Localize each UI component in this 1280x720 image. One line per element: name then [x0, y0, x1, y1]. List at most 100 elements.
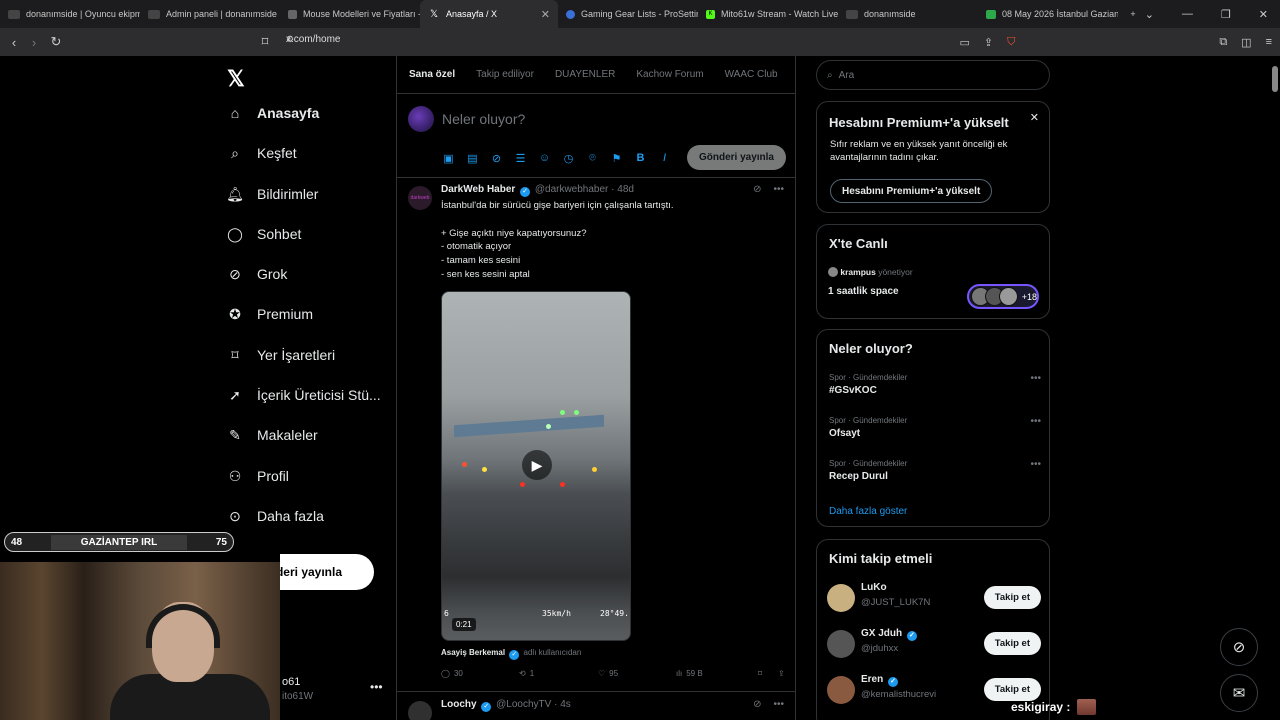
tab-duayenler[interactable]: DUAYENLER: [555, 69, 615, 80]
more-options-icon[interactable]: •••: [1030, 416, 1041, 427]
tweet-video[interactable]: ▶ 0:21 6 35km/h 28°49.: [441, 291, 631, 641]
avatar[interactable]: darkweb: [408, 186, 432, 210]
sidebar-toggle-icon[interactable]: ◫: [1241, 36, 1251, 49]
browser-tab[interactable]: Mouse Modelleri ve Fiyatları -: [280, 0, 420, 28]
show-more-link[interactable]: Daha fazla göster: [829, 506, 907, 517]
grok-explain-icon[interactable]: ⊘: [753, 184, 761, 195]
suggestion-name[interactable]: Eren ✓: [861, 674, 900, 687]
tab-takip-ediliyor[interactable]: Takip ediliyor: [476, 69, 534, 80]
bookmark-page-icon[interactable]: ⌑: [255, 34, 275, 50]
close-icon[interactable]: ✕: [1030, 111, 1039, 124]
nav-item-profile[interactable]: ⚇ Profil: [226, 467, 289, 485]
tab-sana-ozel[interactable]: Sana özel: [409, 69, 455, 80]
back-icon[interactable]: ‹: [4, 35, 24, 50]
tab-waac-club[interactable]: WAAC Club: [725, 69, 778, 80]
poll-icon[interactable]: ☰: [514, 152, 527, 165]
avatar[interactable]: [827, 630, 855, 658]
views-button[interactable]: ılı 59 B: [676, 669, 758, 678]
gif-icon[interactable]: ▤: [466, 152, 479, 165]
tweet[interactable]: Loochy ✓ @LoochyTV · 4s ⊘ •••: [397, 693, 796, 720]
nav-item-bell[interactable]: 🔔︎ Bildirimler: [226, 185, 318, 203]
account-handle[interactable]: o61: [282, 676, 300, 688]
bookmark-button[interactable]: ⌑: [758, 669, 778, 678]
more-options-icon[interactable]: •••: [773, 184, 784, 195]
reply-button[interactable]: ◯ 30: [441, 669, 519, 678]
more-options-icon[interactable]: •••: [1030, 459, 1041, 470]
avatar[interactable]: [408, 701, 432, 720]
tab-kachow-forum[interactable]: Kachow Forum: [636, 69, 703, 80]
italic-icon[interactable]: I: [658, 152, 671, 165]
nav-item-article[interactable]: ✎ Makaleler: [226, 426, 318, 444]
browser-tab[interactable]: donanımside | Oyuncu ekipma: [0, 0, 140, 28]
cast-icon[interactable]: ▭: [959, 36, 969, 49]
tab-close-icon[interactable]: ✕: [541, 8, 550, 21]
nav-item-bookmark[interactable]: ⌑ Yer İşaretleri: [226, 346, 335, 364]
context-name[interactable]: Asayiş Berkemal: [441, 648, 505, 657]
new-tab-button[interactable]: +: [1118, 0, 1148, 28]
menu-icon[interactable]: ≡: [1266, 36, 1272, 48]
trend-item[interactable]: Spor · Gündemdekiler Ofsayt •••: [829, 416, 1041, 439]
nav-item-chat[interactable]: ◯ Sohbet: [226, 225, 301, 243]
schedule-icon[interactable]: ◷: [562, 152, 575, 165]
live-host[interactable]: krampus yönetiyor: [828, 267, 913, 277]
composer-input[interactable]: Neler oluyor?: [442, 111, 525, 127]
close-window-icon[interactable]: ✕: [1259, 8, 1268, 21]
tab-list-chevron-icon[interactable]: ⌄: [1145, 8, 1154, 21]
like-button[interactable]: ♡ 95: [598, 669, 676, 678]
flag-icon[interactable]: ⚑: [610, 152, 623, 165]
suggestion-name[interactable]: LuKo: [861, 582, 887, 593]
trend-item[interactable]: Spor · Gündemdekiler #GSvKOC •••: [829, 373, 1041, 396]
restore-icon[interactable]: ❐: [1221, 8, 1231, 21]
messages-icon[interactable]: ✉: [1220, 674, 1258, 712]
search-input[interactable]: ⌕ Ara: [816, 60, 1050, 90]
image-icon[interactable]: ▣: [442, 152, 455, 165]
nav-item-search[interactable]: ⌕ Keşfet: [226, 144, 297, 162]
browser-tab[interactable]: Gaming Gear Lists - ProSettin: [558, 0, 698, 28]
reload-icon[interactable]: ↻: [46, 34, 66, 50]
tweet-author-handle[interactable]: @darkwebhaber: [535, 184, 609, 195]
more-options-icon[interactable]: •••: [1030, 373, 1041, 384]
follow-suggestion[interactable]: LuKo @JUST_LUK7N Takip et: [827, 582, 1041, 618]
more-options-icon[interactable]: •••: [773, 699, 784, 710]
tweet-author-handle[interactable]: @LoochyTV: [496, 699, 551, 710]
tweet-author-name[interactable]: DarkWeb Haber: [441, 184, 515, 195]
location-icon[interactable]: ⌾: [586, 152, 599, 165]
follow-button[interactable]: Takip et: [983, 632, 1041, 655]
grok-icon[interactable]: ⊘: [490, 152, 503, 165]
account-menu-icon[interactable]: •••: [370, 680, 383, 694]
follow-suggestion[interactable]: Eren ✓ @kemalisthucrevi Takip et: [827, 674, 1041, 710]
browser-tab[interactable]: donanımside: [838, 0, 978, 28]
browser-tab[interactable]: 08 May 2026 İstanbul Gaziant: [978, 0, 1118, 28]
brave-shield-icon[interactable]: ⛉: [1007, 36, 1015, 49]
x-logo-icon[interactable]: 𝕏: [227, 66, 245, 92]
suggestion-name[interactable]: GX Jduh ✓: [861, 628, 919, 641]
browser-tab[interactable]: Admin paneli | donanımside: [140, 0, 280, 28]
space-title[interactable]: 1 saatlik space: [828, 286, 899, 297]
space-listeners[interactable]: +18: [967, 284, 1039, 309]
nav-item-rocket[interactable]: ➚ İçerik Üreticisi Stü...: [226, 386, 381, 404]
emoji-icon[interactable]: ☺: [538, 152, 551, 165]
nav-item-premium[interactable]: ✪ Premium: [226, 305, 313, 323]
avatar[interactable]: [827, 676, 855, 704]
page-scrollbar[interactable]: [1272, 66, 1278, 92]
follow-button[interactable]: Takip et: [983, 586, 1041, 609]
composer-post-button[interactable]: Gönderi yayınla: [686, 145, 786, 170]
forward-icon[interactable]: ›: [24, 35, 44, 50]
share-icon[interactable]: ⇪: [984, 36, 993, 49]
nav-item-grok[interactable]: ⊘ Grok: [226, 265, 287, 283]
nav-item-home[interactable]: ⌂ Anasayfa: [226, 104, 320, 122]
repost-button[interactable]: ⟲ 1: [519, 669, 598, 678]
follow-suggestion[interactable]: GX Jduh ✓ @jduhxx Takip et: [827, 628, 1041, 664]
follow-button[interactable]: Takip et: [983, 678, 1041, 701]
trend-item[interactable]: Spor · Gündemdekiler Recep Durul •••: [829, 459, 1041, 482]
minimize-icon[interactable]: —: [1182, 8, 1193, 20]
browser-tab[interactable]: K Mito61w Stream - Watch Live: [698, 0, 838, 28]
browser-tab-active[interactable]: 𝕏 Anasayfa / X ✕: [420, 0, 558, 28]
avatar[interactable]: [827, 584, 855, 612]
tweet-time[interactable]: · 4s: [554, 699, 571, 710]
extensions-icon[interactable]: ⧉: [1219, 36, 1227, 49]
tweet-time[interactable]: · 48d: [611, 184, 634, 195]
avatar[interactable]: [408, 106, 434, 132]
url-field[interactable]: x.com/home: [286, 34, 340, 45]
bold-icon[interactable]: B: [634, 152, 647, 165]
